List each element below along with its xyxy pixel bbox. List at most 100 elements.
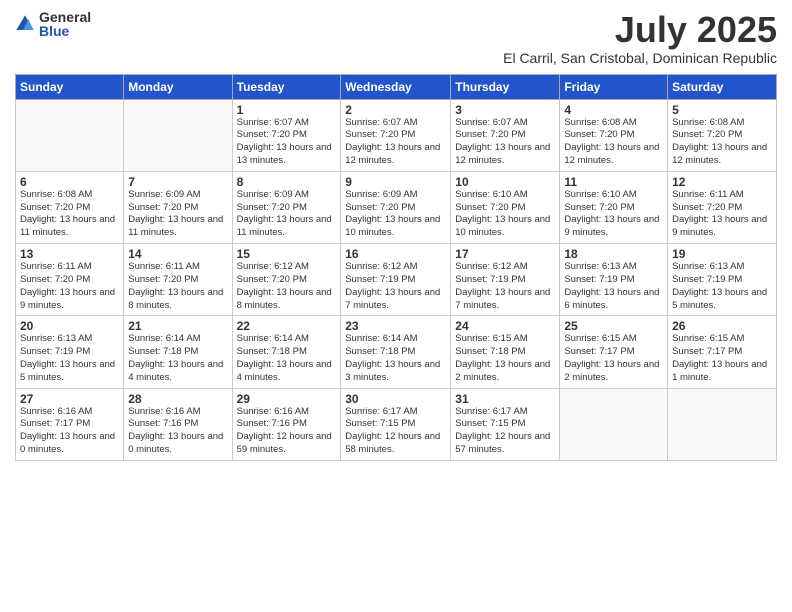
day-number: 9 (345, 175, 446, 189)
day-info: Sunrise: 6:08 AM Sunset: 7:20 PM Dayligh… (564, 117, 663, 168)
day-info: Sunrise: 6:08 AM Sunset: 7:20 PM Dayligh… (672, 117, 772, 168)
main-title: July 2025 (503, 10, 777, 50)
day-info: Sunrise: 6:07 AM Sunset: 7:20 PM Dayligh… (237, 117, 337, 168)
table-row (16, 99, 124, 171)
day-number: 25 (564, 319, 663, 333)
day-number: 3 (455, 103, 555, 117)
day-info: Sunrise: 6:17 AM Sunset: 7:15 PM Dayligh… (455, 406, 555, 457)
day-info: Sunrise: 6:16 AM Sunset: 7:16 PM Dayligh… (128, 406, 227, 457)
day-info: Sunrise: 6:11 AM Sunset: 7:20 PM Dayligh… (672, 189, 772, 240)
table-row (560, 388, 668, 460)
table-row: 17Sunrise: 6:12 AM Sunset: 7:19 PM Dayli… (451, 244, 560, 316)
header-wednesday: Wednesday (341, 74, 451, 99)
day-number: 31 (455, 392, 555, 406)
table-row: 15Sunrise: 6:12 AM Sunset: 7:20 PM Dayli… (232, 244, 341, 316)
table-row: 7Sunrise: 6:09 AM Sunset: 7:20 PM Daylig… (124, 171, 232, 243)
table-row: 2Sunrise: 6:07 AM Sunset: 7:20 PM Daylig… (341, 99, 451, 171)
day-number: 7 (128, 175, 227, 189)
header-sunday: Sunday (16, 74, 124, 99)
day-info: Sunrise: 6:16 AM Sunset: 7:16 PM Dayligh… (237, 406, 337, 457)
logo: General Blue (15, 10, 91, 38)
table-row: 6Sunrise: 6:08 AM Sunset: 7:20 PM Daylig… (16, 171, 124, 243)
day-info: Sunrise: 6:15 AM Sunset: 7:17 PM Dayligh… (672, 333, 772, 384)
table-row: 16Sunrise: 6:12 AM Sunset: 7:19 PM Dayli… (341, 244, 451, 316)
title-area: July 2025 El Carril, San Cristobal, Domi… (503, 10, 777, 66)
logo-icon (15, 14, 35, 34)
day-number: 30 (345, 392, 446, 406)
table-row: 12Sunrise: 6:11 AM Sunset: 7:20 PM Dayli… (668, 171, 777, 243)
table-row: 22Sunrise: 6:14 AM Sunset: 7:18 PM Dayli… (232, 316, 341, 388)
day-number: 2 (345, 103, 446, 117)
day-info: Sunrise: 6:13 AM Sunset: 7:19 PM Dayligh… (672, 261, 772, 312)
table-row: 10Sunrise: 6:10 AM Sunset: 7:20 PM Dayli… (451, 171, 560, 243)
day-info: Sunrise: 6:07 AM Sunset: 7:20 PM Dayligh… (455, 117, 555, 168)
day-info: Sunrise: 6:14 AM Sunset: 7:18 PM Dayligh… (128, 333, 227, 384)
subtitle: El Carril, San Cristobal, Dominican Repu… (503, 50, 777, 66)
calendar-week-row: 6Sunrise: 6:08 AM Sunset: 7:20 PM Daylig… (16, 171, 777, 243)
day-info: Sunrise: 6:12 AM Sunset: 7:20 PM Dayligh… (237, 261, 337, 312)
table-row: 29Sunrise: 6:16 AM Sunset: 7:16 PM Dayli… (232, 388, 341, 460)
header-tuesday: Tuesday (232, 74, 341, 99)
day-number: 14 (128, 247, 227, 261)
table-row: 11Sunrise: 6:10 AM Sunset: 7:20 PM Dayli… (560, 171, 668, 243)
table-row: 28Sunrise: 6:16 AM Sunset: 7:16 PM Dayli… (124, 388, 232, 460)
day-number: 20 (20, 319, 119, 333)
calendar-week-row: 27Sunrise: 6:16 AM Sunset: 7:17 PM Dayli… (16, 388, 777, 460)
day-number: 26 (672, 319, 772, 333)
day-info: Sunrise: 6:10 AM Sunset: 7:20 PM Dayligh… (564, 189, 663, 240)
day-number: 1 (237, 103, 337, 117)
day-info: Sunrise: 6:14 AM Sunset: 7:18 PM Dayligh… (237, 333, 337, 384)
calendar-week-row: 20Sunrise: 6:13 AM Sunset: 7:19 PM Dayli… (16, 316, 777, 388)
table-row: 25Sunrise: 6:15 AM Sunset: 7:17 PM Dayli… (560, 316, 668, 388)
day-number: 8 (237, 175, 337, 189)
table-row: 19Sunrise: 6:13 AM Sunset: 7:19 PM Dayli… (668, 244, 777, 316)
day-number: 6 (20, 175, 119, 189)
table-row: 8Sunrise: 6:09 AM Sunset: 7:20 PM Daylig… (232, 171, 341, 243)
day-info: Sunrise: 6:12 AM Sunset: 7:19 PM Dayligh… (455, 261, 555, 312)
day-number: 5 (672, 103, 772, 117)
table-row: 23Sunrise: 6:14 AM Sunset: 7:18 PM Dayli… (341, 316, 451, 388)
day-info: Sunrise: 6:13 AM Sunset: 7:19 PM Dayligh… (20, 333, 119, 384)
day-number: 15 (237, 247, 337, 261)
table-row: 20Sunrise: 6:13 AM Sunset: 7:19 PM Dayli… (16, 316, 124, 388)
day-number: 12 (672, 175, 772, 189)
day-number: 22 (237, 319, 337, 333)
table-row: 18Sunrise: 6:13 AM Sunset: 7:19 PM Dayli… (560, 244, 668, 316)
day-info: Sunrise: 6:11 AM Sunset: 7:20 PM Dayligh… (128, 261, 227, 312)
day-number: 21 (128, 319, 227, 333)
day-info: Sunrise: 6:11 AM Sunset: 7:20 PM Dayligh… (20, 261, 119, 312)
day-info: Sunrise: 6:16 AM Sunset: 7:17 PM Dayligh… (20, 406, 119, 457)
logo-general: General (39, 10, 91, 24)
day-info: Sunrise: 6:07 AM Sunset: 7:20 PM Dayligh… (345, 117, 446, 168)
header-thursday: Thursday (451, 74, 560, 99)
table-row: 27Sunrise: 6:16 AM Sunset: 7:17 PM Dayli… (16, 388, 124, 460)
table-row: 13Sunrise: 6:11 AM Sunset: 7:20 PM Dayli… (16, 244, 124, 316)
table-row (124, 99, 232, 171)
day-info: Sunrise: 6:10 AM Sunset: 7:20 PM Dayligh… (455, 189, 555, 240)
day-number: 13 (20, 247, 119, 261)
day-number: 17 (455, 247, 555, 261)
day-info: Sunrise: 6:15 AM Sunset: 7:18 PM Dayligh… (455, 333, 555, 384)
day-number: 10 (455, 175, 555, 189)
day-info: Sunrise: 6:09 AM Sunset: 7:20 PM Dayligh… (128, 189, 227, 240)
day-number: 24 (455, 319, 555, 333)
table-row: 24Sunrise: 6:15 AM Sunset: 7:18 PM Dayli… (451, 316, 560, 388)
day-number: 28 (128, 392, 227, 406)
day-info: Sunrise: 6:12 AM Sunset: 7:19 PM Dayligh… (345, 261, 446, 312)
calendar-table: Sunday Monday Tuesday Wednesday Thursday… (15, 74, 777, 461)
day-number: 16 (345, 247, 446, 261)
table-row: 14Sunrise: 6:11 AM Sunset: 7:20 PM Dayli… (124, 244, 232, 316)
table-row: 26Sunrise: 6:15 AM Sunset: 7:17 PM Dayli… (668, 316, 777, 388)
header-friday: Friday (560, 74, 668, 99)
table-row: 9Sunrise: 6:09 AM Sunset: 7:20 PM Daylig… (341, 171, 451, 243)
table-row: 1Sunrise: 6:07 AM Sunset: 7:20 PM Daylig… (232, 99, 341, 171)
day-number: 27 (20, 392, 119, 406)
table-row: 31Sunrise: 6:17 AM Sunset: 7:15 PM Dayli… (451, 388, 560, 460)
calendar-week-row: 13Sunrise: 6:11 AM Sunset: 7:20 PM Dayli… (16, 244, 777, 316)
logo-blue: Blue (39, 24, 91, 38)
day-info: Sunrise: 6:08 AM Sunset: 7:20 PM Dayligh… (20, 189, 119, 240)
day-info: Sunrise: 6:09 AM Sunset: 7:20 PM Dayligh… (345, 189, 446, 240)
day-info: Sunrise: 6:15 AM Sunset: 7:17 PM Dayligh… (564, 333, 663, 384)
day-number: 18 (564, 247, 663, 261)
calendar-header-row: Sunday Monday Tuesday Wednesday Thursday… (16, 74, 777, 99)
